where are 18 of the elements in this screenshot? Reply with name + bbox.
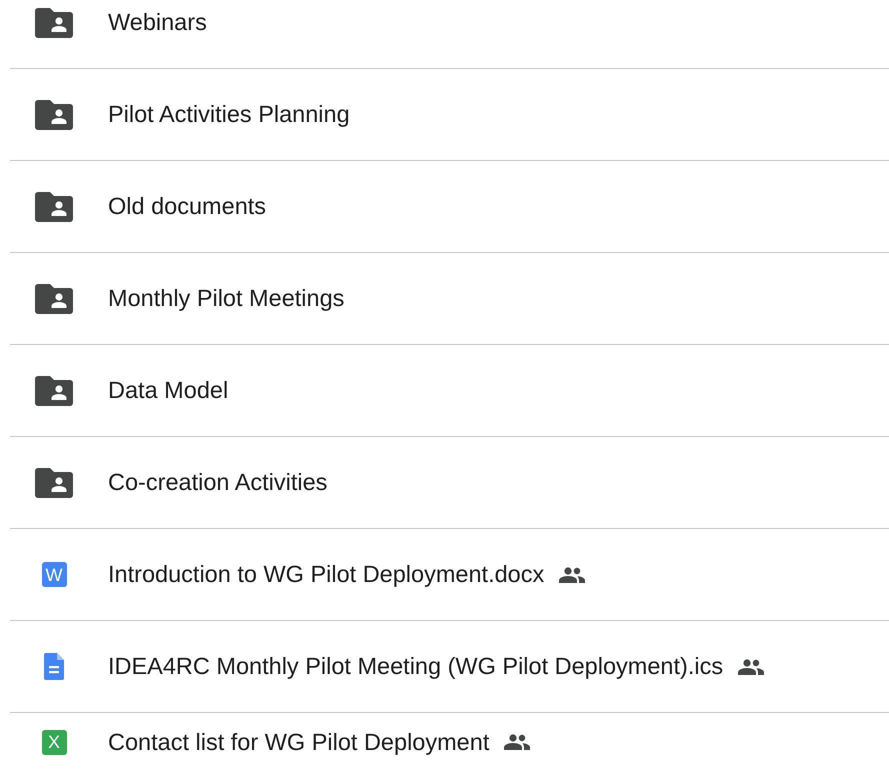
folder-name[interactable]: Co-creation Activities bbox=[108, 469, 328, 496]
file-name[interactable]: Introduction to WG Pilot Deployment.docx bbox=[108, 561, 544, 588]
shared-folder-icon bbox=[35, 468, 73, 498]
folder-name[interactable]: Data Model bbox=[108, 377, 228, 404]
folder-name[interactable]: Pilot Activities Planning bbox=[108, 101, 350, 128]
word-file-icon: W bbox=[42, 562, 66, 587]
shared-folder-icon bbox=[35, 192, 73, 222]
spreadsheet-file-icon: X bbox=[42, 730, 66, 754]
folder-name[interactable]: Webinars bbox=[108, 9, 207, 36]
folder-name[interactable]: Old documents bbox=[108, 193, 266, 220]
folder-name[interactable]: Monthly Pilot Meetings bbox=[108, 285, 344, 312]
file-name[interactable]: Contact list for WG Pilot Deployment bbox=[108, 728, 490, 756]
shared-folder-icon bbox=[35, 100, 73, 130]
document-icon bbox=[44, 653, 64, 680]
file-name[interactable]: IDEA4RC Monthly Pilot Meeting (WG Pilot Deployment).ics bbox=[108, 653, 724, 680]
shared-folder-icon bbox=[35, 8, 73, 38]
shared-folder-icon bbox=[35, 376, 73, 406]
shared-folder-icon bbox=[35, 284, 73, 314]
